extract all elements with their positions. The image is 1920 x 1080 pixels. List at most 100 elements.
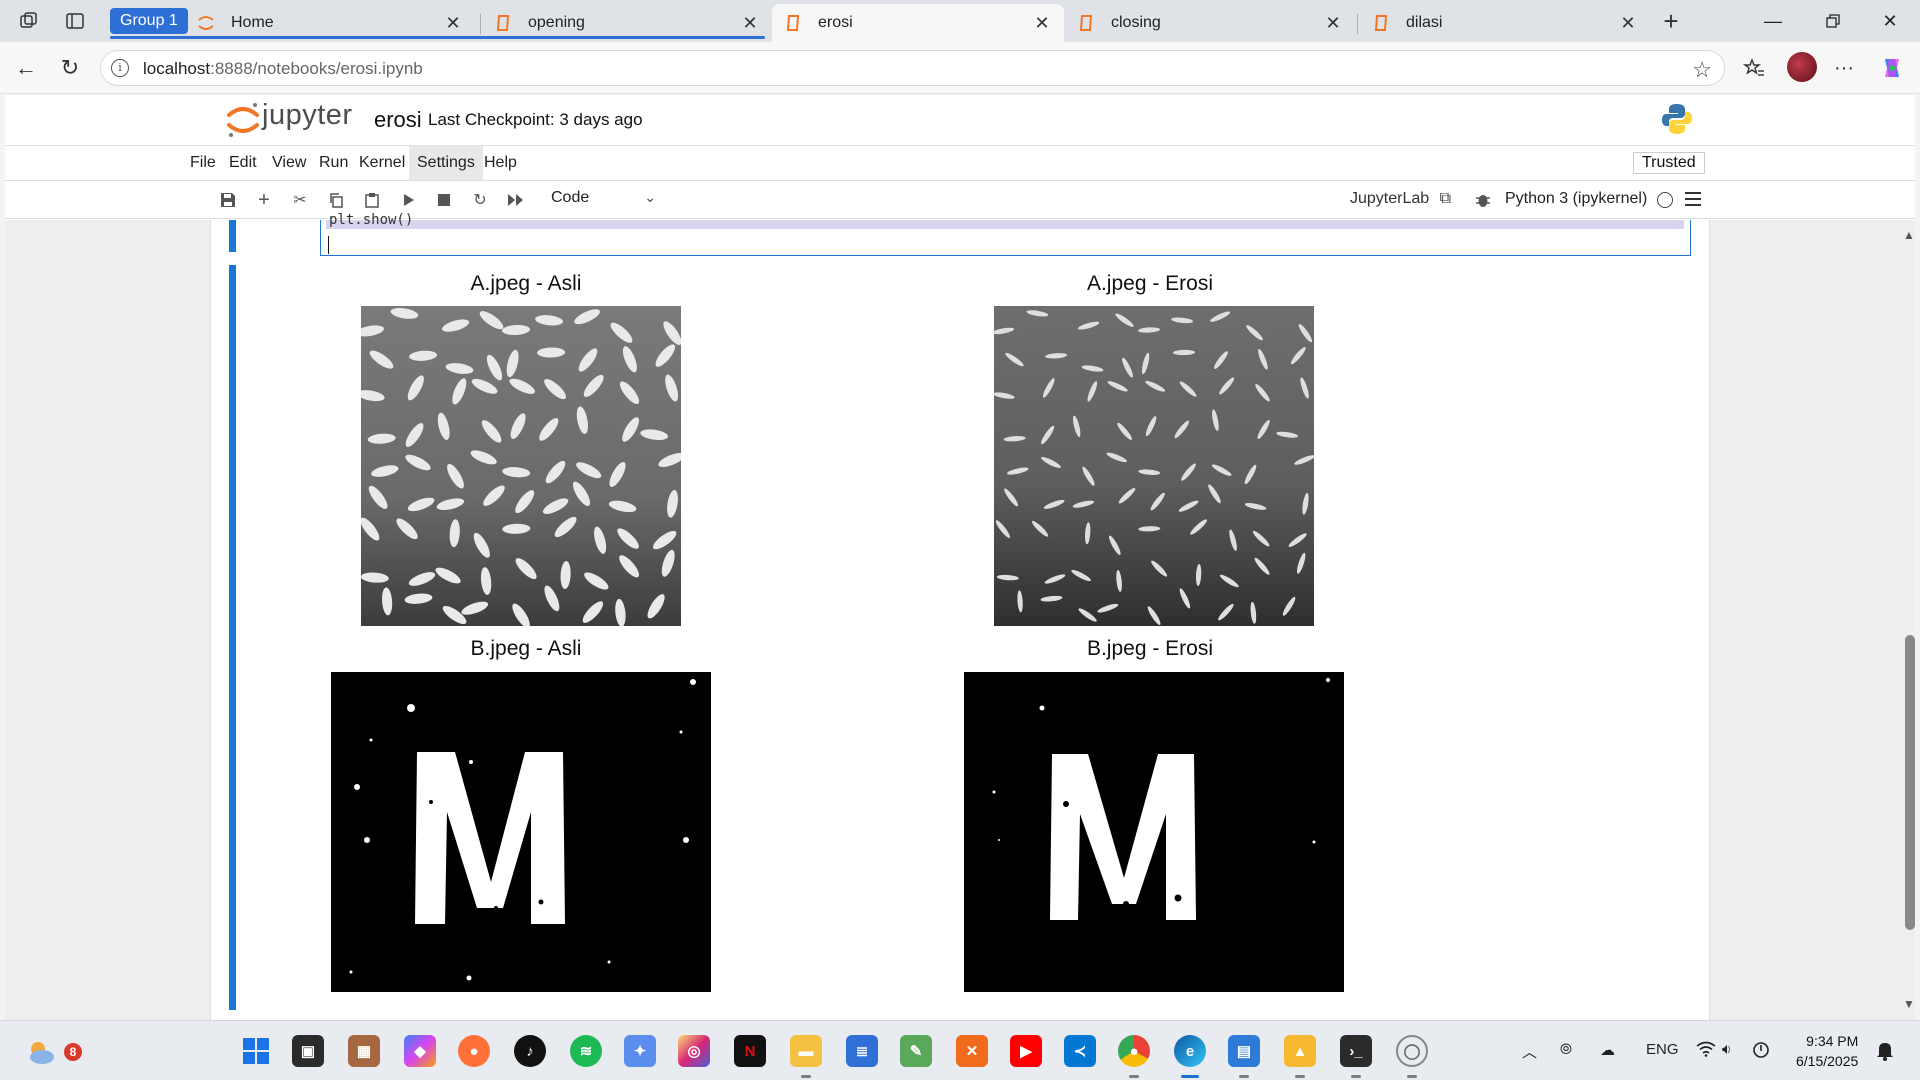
menu-file[interactable]: File — [182, 146, 224, 180]
refresh-icon[interactable]: ↻ — [54, 52, 86, 84]
vscode-icon[interactable]: ≺ — [1064, 1035, 1096, 1067]
minimize-icon[interactable]: — — [1745, 0, 1801, 42]
jupyter-tab-icon — [197, 14, 215, 32]
clock-time: 9:34 PM — [1806, 1033, 1859, 1049]
run-icon[interactable] — [397, 189, 419, 211]
favorite-star-icon[interactable]: ☆ — [1692, 57, 1712, 83]
notepad-icon[interactable]: ≣ — [846, 1035, 878, 1067]
close-window-icon[interactable]: ✕ — [1862, 0, 1918, 42]
paste-icon[interactable] — [361, 189, 383, 211]
debugger-bug-icon[interactable] — [1472, 189, 1494, 211]
jupyter-wordmark[interactable]: jupyter — [262, 99, 353, 132]
battery-icon[interactable] — [1752, 1041, 1770, 1063]
url-text[interactable]: localhost:8888/notebooks/erosi.ipynb — [143, 59, 423, 79]
chevron-up-icon[interactable]: ︿ — [1522, 1041, 1537, 1062]
app-icon-yellow[interactable]: ▲ — [1284, 1035, 1316, 1067]
tab-erosi[interactable]: erosi ✕ — [772, 4, 1064, 42]
workspaces-icon[interactable] — [16, 8, 42, 34]
notifications-bell-icon[interactable] — [1876, 1041, 1894, 1065]
add-cell-icon[interactable]: + — [253, 189, 275, 211]
paint-app-icon[interactable]: ✎ — [900, 1035, 932, 1067]
image-a-asli — [356, 306, 685, 628]
weather-badge: 8 — [64, 1043, 82, 1061]
cut-icon[interactable]: ✂ — [289, 189, 311, 211]
tray-app-icon[interactable]: ⦾ — [1560, 1041, 1572, 1058]
copilot-taskbar-icon[interactable]: ◆ — [404, 1035, 436, 1067]
menu-view[interactable]: View — [264, 146, 314, 180]
menu-help[interactable]: Help — [476, 146, 525, 180]
stop-icon[interactable] — [433, 189, 455, 211]
tab-title: Home — [231, 14, 274, 31]
tiktok-icon[interactable]: ♪ — [514, 1035, 546, 1067]
tab-actions-icon[interactable] — [62, 8, 88, 34]
xampp-icon[interactable]: ✕ — [956, 1035, 988, 1067]
youtube-icon[interactable]: ▶ — [1010, 1035, 1042, 1067]
app-icon-blue[interactable]: ✦ — [624, 1035, 656, 1067]
jupyterlab-link[interactable]: JupyterLab ⧉ — [1350, 190, 1451, 208]
volume-icon[interactable]: 🔉︎ — [1722, 1041, 1731, 1058]
tab-group-label[interactable]: Group 1 — [110, 8, 188, 34]
cell-type-select[interactable]: Code ⌄ — [551, 189, 656, 211]
chrome-icon[interactable]: ● — [1118, 1035, 1150, 1067]
language-indicator[interactable]: ENG — [1646, 1041, 1679, 1058]
restore-icon[interactable] — [1805, 0, 1861, 42]
weather-icon[interactable]: 8 — [24, 1035, 82, 1067]
image-b-erosi — [964, 672, 1344, 992]
close-icon[interactable]: ✕ — [740, 13, 760, 33]
tab-home[interactable]: Home ✕ — [185, 4, 475, 42]
restart-run-all-icon[interactable] — [505, 189, 527, 211]
profile-avatar[interactable] — [1787, 52, 1817, 82]
firefox-icon[interactable]: ● — [458, 1035, 490, 1067]
scroll-up-arrow-icon[interactable]: ▲ — [1903, 228, 1915, 242]
system-clock[interactable]: 9:34 PM 6/15/2025 — [1796, 1031, 1858, 1071]
new-tab-icon[interactable]: + — [1658, 6, 1684, 36]
tab-closing[interactable]: closing ✕ — [1065, 4, 1355, 42]
menu-kernel[interactable]: Kernel — [351, 146, 413, 180]
active-app-indicator — [1181, 1075, 1199, 1078]
edge-icon[interactable]: e — [1174, 1035, 1206, 1067]
copy-icon[interactable] — [325, 189, 347, 211]
site-info-icon[interactable]: i — [111, 59, 129, 77]
output-selection-bar[interactable] — [229, 265, 236, 1010]
more-options-icon[interactable]: ··· — [1828, 52, 1860, 84]
kernel-name[interactable]: Python 3 (ipykernel) — [1505, 190, 1647, 208]
notebook-name[interactable]: erosi — [374, 107, 422, 133]
menu-hamburger-icon[interactable] — [1685, 192, 1701, 206]
code-cell-input[interactable]: plt.show() — [320, 212, 1691, 256]
restart-kernel-icon[interactable]: ↻ — [469, 189, 491, 211]
menu-edit[interactable]: Edit — [221, 146, 265, 180]
tab-dilasi[interactable]: dilasi ✕ — [1360, 4, 1650, 42]
copilot-icon[interactable] — [1876, 52, 1908, 84]
trusted-indicator[interactable]: Trusted — [1633, 152, 1705, 174]
onedrive-icon[interactable]: ☁ — [1600, 1041, 1615, 1059]
start-windows-icon[interactable] — [240, 1035, 272, 1067]
notebook-toolbar: + ✂ ↻ Code ⌄ JupyterLab ⧉ Python 3 (ipyk… — [5, 181, 1915, 219]
wifi-icon[interactable] — [1696, 1041, 1716, 1061]
menu-run[interactable]: Run — [311, 146, 356, 180]
task-view-icon[interactable]: ▣ — [292, 1035, 324, 1067]
control-panel-icon[interactable]: ▤ — [1228, 1035, 1260, 1067]
netflix-icon[interactable]: N — [734, 1035, 766, 1067]
favorites-icon[interactable] — [1738, 52, 1770, 84]
close-icon[interactable]: ✕ — [443, 13, 463, 33]
menu-settings[interactable]: Settings — [409, 146, 483, 180]
scroll-down-arrow-icon[interactable]: ▼ — [1903, 997, 1915, 1011]
tab-opening[interactable]: opening ✕ — [482, 4, 772, 42]
cell-selection-bar[interactable] — [229, 220, 236, 252]
running-indicator — [1351, 1075, 1361, 1078]
close-icon[interactable]: ✕ — [1618, 13, 1638, 33]
back-arrow-icon[interactable]: ← — [10, 52, 42, 84]
spotify-icon[interactable]: ≋ — [570, 1035, 602, 1067]
instagram-icon[interactable]: ◎ — [678, 1035, 710, 1067]
close-icon[interactable]: ✕ — [1032, 13, 1052, 33]
save-icon[interactable] — [217, 189, 239, 211]
close-icon[interactable]: ✕ — [1323, 13, 1343, 33]
gallery-app-icon[interactable]: ▦ — [348, 1035, 380, 1067]
scrollbar-thumb[interactable] — [1905, 635, 1915, 930]
jupyter-logo-icon[interactable] — [225, 99, 261, 139]
terminal-icon[interactable]: ›_ — [1340, 1035, 1372, 1067]
file-explorer-icon[interactable]: ▬ — [790, 1035, 822, 1067]
address-bar[interactable]: i localhost:8888/notebooks/erosi.ipynb ☆ — [100, 50, 1725, 86]
cortana-icon[interactable]: ◯ — [1396, 1035, 1428, 1067]
tab-title: erosi — [818, 14, 853, 31]
